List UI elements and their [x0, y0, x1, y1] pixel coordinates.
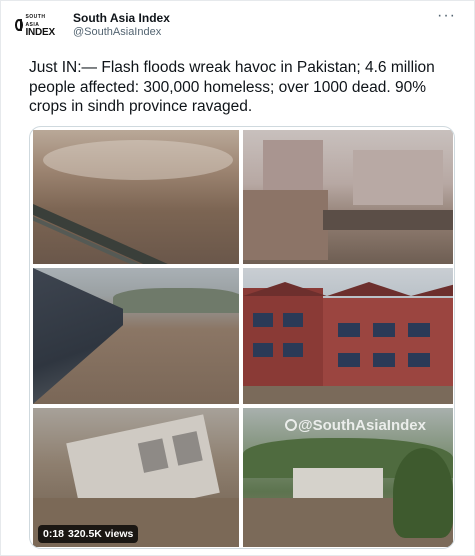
video-stats-badge: 0:18 320.5K views [38, 525, 139, 543]
avatar-wordmark: SOUTH ASIA INDEX [25, 13, 55, 38]
account-avatar[interactable]: SOUTH ASIA INDEX [15, 13, 55, 38]
flooded-town-thumbnail [243, 130, 453, 264]
hotel-building-thumbnail [243, 268, 453, 404]
bridge-river-thumbnail [33, 268, 239, 404]
display-name[interactable]: South Asia Index [73, 11, 170, 25]
tweet-text: Just IN:— Flash floods wreak havoc in Pa… [29, 59, 435, 115]
more-options-icon[interactable]: ··· [437, 8, 456, 24]
account-handle[interactable]: @SouthAsiaIndex [73, 25, 170, 39]
media-watermark: @SouthAsiaIndex [285, 417, 426, 434]
globe-icon [15, 19, 24, 31]
video-player[interactable]: @SouthAsiaIndex 0:18 320.5K views [29, 126, 455, 549]
avatar-big-text: INDEX [25, 27, 55, 38]
video-duration: 0:18 [43, 528, 65, 540]
flood-fence-thumbnail [33, 130, 239, 264]
tweet-card: SOUTH ASIA INDEX South Asia Index @South… [0, 0, 475, 556]
copyright-icon [285, 419, 297, 431]
account-info: South Asia Index @SouthAsiaIndex [73, 11, 170, 39]
video-views: 320.5K views [68, 528, 134, 540]
watermark-text: @SouthAsiaIndex [298, 417, 426, 434]
